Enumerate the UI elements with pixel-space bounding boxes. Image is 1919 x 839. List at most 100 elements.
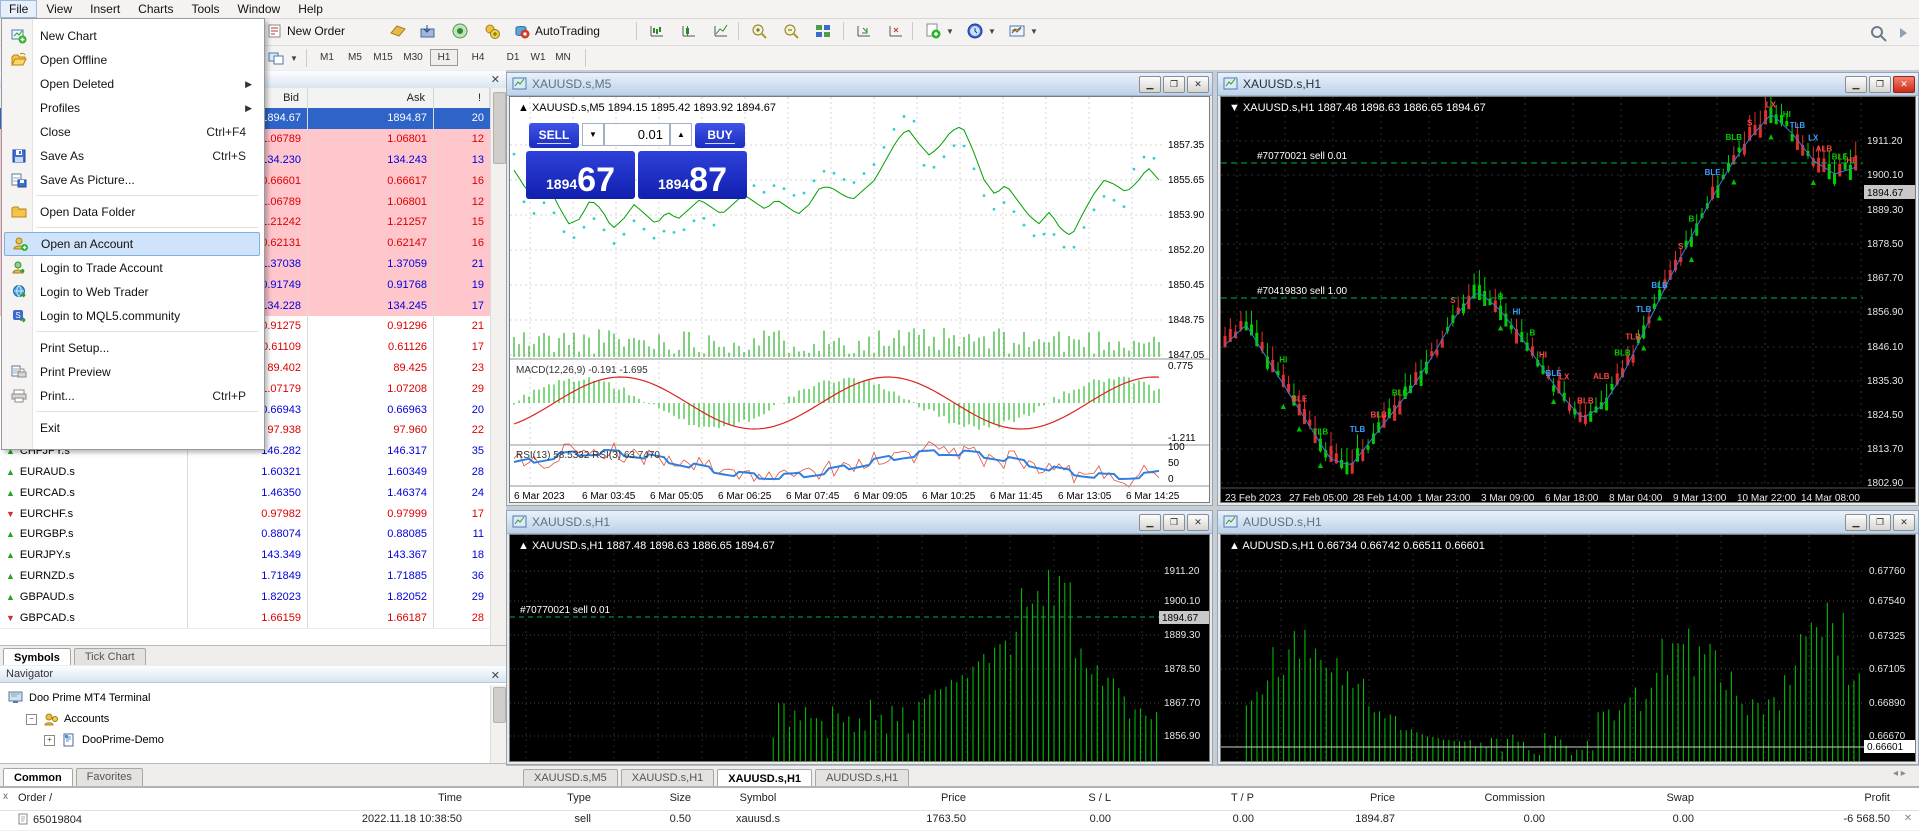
- autotrading-button[interactable]: AutoTrading: [509, 21, 627, 41]
- timeframe-button-h4[interactable]: H4: [465, 49, 491, 66]
- navigator-item-doo-prime-mt4-terminal[interactable]: Doo Prime MT4 Terminal: [0, 688, 488, 708]
- line-chart-mode-icon[interactable]: [708, 21, 740, 41]
- close-button[interactable]: ✕: [1893, 514, 1915, 531]
- expand-icon[interactable]: +: [44, 735, 55, 746]
- cursor-mode-icon[interactable]: [883, 21, 915, 41]
- file-menu-item-new-chart[interactable]: New Chart: [4, 24, 260, 48]
- chart-window-titlebar[interactable]: XAUUSD.s,M5 ▁ ❐ ✕: [507, 73, 1212, 96]
- tile-windows-icon[interactable]: [810, 21, 844, 41]
- new-order-button[interactable]: New Order: [263, 21, 381, 41]
- close-order-icon[interactable]: ✕: [1902, 813, 1914, 824]
- market-watch-row[interactable]: ▲GBPAUD.s1.820231.8205229: [0, 586, 490, 608]
- file-menu-item-close[interactable]: CloseCtrl+F4: [4, 120, 260, 144]
- file-menu-item-login-to-web-trader[interactable]: Login to Web Trader: [4, 280, 260, 304]
- market-watch-tab-tick-chart[interactable]: Tick Chart: [74, 648, 146, 666]
- market-watch-row[interactable]: ▲EURCAD.s1.463501.4637424: [0, 482, 490, 504]
- sell-button[interactable]: SELL: [529, 123, 579, 148]
- chart-window-titlebar[interactable]: AUDUSD.s,H1 ▁ ❐ ✕: [1218, 511, 1918, 534]
- file-menu-item-print-preview[interactable]: Print Preview: [4, 360, 260, 384]
- market-watch-row[interactable]: ▲EURGBP.s0.880740.8808511: [0, 524, 490, 546]
- periods-button[interactable]: ▼: [962, 21, 1006, 41]
- collapse-icon[interactable]: −: [26, 714, 37, 725]
- close-icon[interactable]: ✕: [491, 73, 500, 86]
- menubar-item-insert[interactable]: Insert: [81, 0, 129, 18]
- timeframe-button-m5[interactable]: M5: [342, 49, 368, 66]
- chart-area-xauusd-h1[interactable]: 1911.201900.101889.301878.501867.701856.…: [1220, 96, 1916, 503]
- search-icon[interactable]: [1868, 24, 1912, 42]
- market-watch-row[interactable]: ▼EURCHF.s0.979820.9799917: [0, 503, 490, 525]
- templates-button[interactable]: ▼: [1004, 21, 1048, 41]
- file-menu-item-open-offline[interactable]: Open Offline: [4, 48, 260, 72]
- timeframe-button-mn[interactable]: MN: [550, 49, 576, 66]
- chart-window-xauusd-h1[interactable]: XAUUSD.s,H1 ▁ ❐ ✕ 1911.201900.101889.301…: [1217, 72, 1919, 506]
- file-menu-item-profiles[interactable]: Profiles▶: [4, 96, 260, 120]
- file-menu-item-open-data-folder[interactable]: Open Data Folder: [4, 200, 260, 224]
- chart-tab-3-audusd-s-h1[interactable]: AUDUSD.s,H1: [815, 769, 909, 787]
- market-watch-row[interactable]: ▲EURAUD.s1.603211.6034928: [0, 462, 490, 484]
- terminal-col-header[interactable]: Swap: [1545, 792, 1694, 804]
- menubar-item-help[interactable]: Help: [289, 0, 332, 18]
- chart-window-xauusd-m5[interactable]: XAUUSD.s,M5 ▁ ❐ ✕ 1857.351855.651853.901…: [506, 72, 1213, 506]
- terminal-order-row[interactable]: 650198042022.11.18 10:38:50sell0.50xauus…: [0, 810, 1919, 831]
- chart-tab-1-xauusd-s-h1[interactable]: XAUUSD.s,H1: [621, 769, 715, 787]
- charts-group-button[interactable]: ▼: [264, 48, 312, 68]
- navigator-item-dooprime-demo[interactable]: +DooPrime-Demo: [0, 730, 524, 750]
- menubar-item-charts[interactable]: Charts: [129, 0, 182, 18]
- file-menu-item-print-[interactable]: Print...Ctrl+P: [4, 384, 260, 408]
- volume-increase-button[interactable]: ▲: [670, 123, 692, 146]
- file-menu-item-save-as-picture-[interactable]: Save As Picture...: [4, 168, 260, 192]
- signals-icon[interactable]: [447, 21, 479, 41]
- terminal-col-header[interactable]: Profit: [1694, 792, 1890, 804]
- terminal-col-header[interactable]: Order /: [18, 792, 150, 804]
- timeframe-button-m1[interactable]: M1: [314, 49, 340, 66]
- bar-chart-mode-icon[interactable]: [644, 21, 676, 41]
- timeframe-button-m15[interactable]: M15: [370, 49, 396, 66]
- candlestick-mode-icon[interactable]: [676, 21, 708, 41]
- terminal-col-header[interactable]: Symbol: [691, 792, 825, 804]
- file-menu-item-login-to-trade-account[interactable]: Login to Trade Account: [4, 256, 260, 280]
- market-watch-row[interactable]: ▲EURJPY.s143.349143.36718: [0, 545, 490, 567]
- restore-button[interactable]: ❐: [1163, 514, 1185, 531]
- restore-button[interactable]: ❐: [1869, 76, 1891, 93]
- buy-price-display[interactable]: 189487: [638, 151, 747, 199]
- timeframe-button-d1[interactable]: D1: [500, 49, 526, 66]
- menubar-item-window[interactable]: Window: [229, 0, 290, 18]
- file-menu-item-print-setup-[interactable]: Print Setup...: [4, 336, 260, 360]
- menubar-item-tools[interactable]: Tools: [183, 0, 229, 18]
- chart-window-audusd-h1[interactable]: AUDUSD.s,H1 ▁ ❐ ✕ 0.677600.675400.673250…: [1217, 510, 1919, 765]
- volume-input[interactable]: 0.01: [604, 123, 670, 146]
- chart-window-xauusd-h1-2[interactable]: XAUUSD.s,H1 ▁ ❐ ✕ 1911.201900.101889.301…: [506, 510, 1213, 765]
- file-menu-item-exit[interactable]: Exit: [4, 416, 260, 440]
- minimize-button[interactable]: ▁: [1845, 514, 1867, 531]
- minimize-button[interactable]: ▁: [1845, 76, 1867, 93]
- scrollbar-thumb[interactable]: [493, 687, 506, 723]
- market-watch-row[interactable]: ▼GBPCAD.s1.661591.6618728: [0, 607, 490, 629]
- crosshair-icon[interactable]: [851, 21, 883, 41]
- timeframe-button-w1[interactable]: W1: [525, 49, 551, 66]
- terminal-col-header[interactable]: S / L: [966, 792, 1111, 804]
- close-icon[interactable]: ✕: [491, 668, 500, 685]
- navigator-scrollbar[interactable]: [490, 685, 507, 763]
- terminal-col-header[interactable]: Size: [591, 792, 691, 804]
- file-menu-item-open-deleted[interactable]: Open Deleted▶: [4, 72, 260, 96]
- file-menu-item-save-as[interactable]: Save AsCtrl+S: [4, 144, 260, 168]
- close-button[interactable]: ✕: [1187, 76, 1209, 93]
- menubar-item-file[interactable]: File: [0, 0, 37, 18]
- market-watch-col-header[interactable]: !: [434, 88, 490, 108]
- zoom-in-icon[interactable]: [746, 21, 778, 41]
- scrollbar-thumb[interactable]: [493, 92, 506, 164]
- chart-tab-0-xauusd-s-m5[interactable]: XAUUSD.s,M5: [523, 769, 618, 787]
- terminal-col-header[interactable]: Time: [150, 792, 462, 804]
- zoom-out-icon[interactable]: [778, 21, 810, 41]
- terminal-col-header[interactable]: Price: [825, 792, 966, 804]
- market-watch-col-header[interactable]: Ask: [308, 88, 434, 108]
- timeframe-button-m30[interactable]: M30: [400, 49, 426, 66]
- market-watch-row[interactable]: ▲EURNZD.s1.718491.7188536: [0, 566, 490, 588]
- wallet-icon[interactable]: [385, 21, 417, 41]
- terminal-col-header[interactable]: Commission: [1395, 792, 1545, 804]
- minimize-button[interactable]: ▁: [1139, 514, 1161, 531]
- navigator-tab-common[interactable]: Common: [3, 768, 73, 787]
- chart-window-titlebar[interactable]: XAUUSD.s,H1 ▁ ❐ ✕: [507, 511, 1212, 534]
- tab-scroll-arrows[interactable]: ◂ ▸: [1893, 768, 1919, 784]
- volume-decrease-button[interactable]: ▼: [582, 123, 604, 146]
